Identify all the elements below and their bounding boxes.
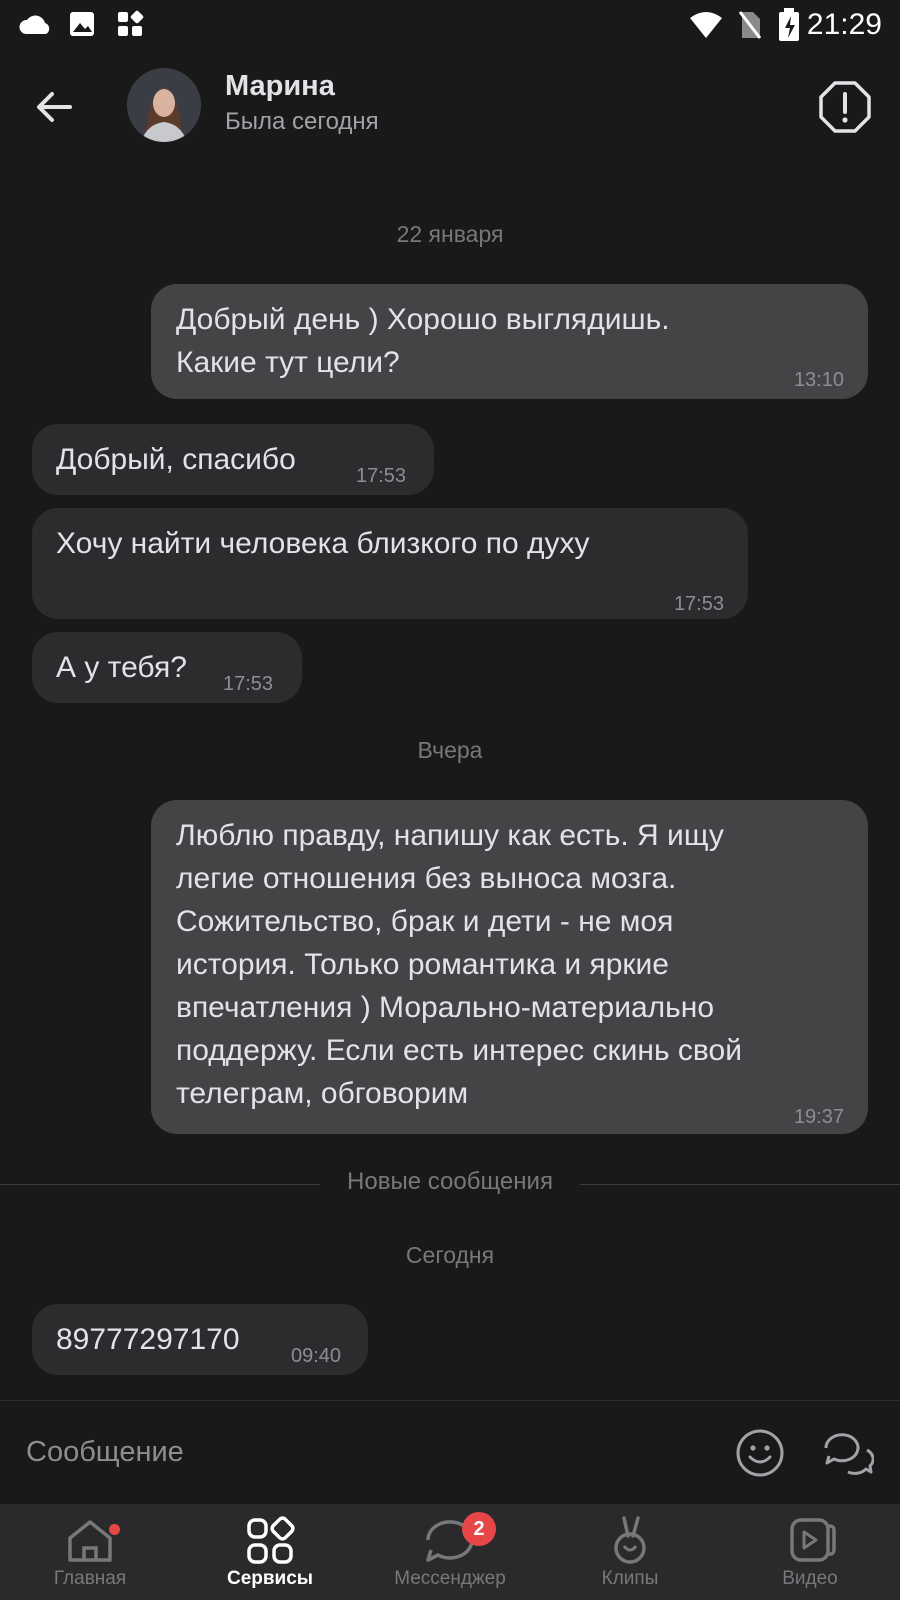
message-text-line: легие отношения без выноса мозга. [176, 862, 677, 895]
outgoing-message[interactable]: Люблю правду, напишу как есть. Я ищу лег… [151, 800, 868, 1134]
back-arrow-icon[interactable] [30, 82, 80, 132]
incoming-message[interactable]: А у тебя? 17:53 [32, 632, 302, 703]
nav-services-label: Сервисы [226, 1568, 314, 1589]
message-text-line: поддержу. Если есть интерес скинь свой [176, 1034, 742, 1067]
message-time: 17:53 [356, 465, 407, 487]
message-text-line: Добрый день ) Хорошо выглядишь. [176, 303, 670, 336]
apps-icon [118, 10, 144, 36]
incoming-message[interactable]: 89777297170 09:40 [32, 1304, 368, 1375]
outgoing-message[interactable]: Добрый день ) Хорошо выглядишь. Какие ту… [151, 284, 868, 399]
contact-name[interactable]: Марина [225, 70, 335, 103]
nav-services[interactable]: Сервисы [180, 1504, 360, 1600]
message-text: Хочу найти человека близкого по духу [56, 527, 590, 560]
incoming-message[interactable]: Добрый, спасибо 17:53 [32, 424, 434, 495]
video-icon [790, 1518, 836, 1562]
nav-clips[interactable]: Клипы [540, 1504, 720, 1600]
wifi-icon [690, 12, 722, 38]
nav-messenger[interactable]: 2 Мессенджер [360, 1504, 540, 1600]
message-input[interactable] [24, 1435, 678, 1470]
image-icon [70, 12, 94, 36]
message-text-line: Люблю правду, напишу как есть. Я ищу [176, 819, 724, 852]
emoji-icon[interactable] [735, 1428, 785, 1478]
cloud-icon [19, 15, 50, 35]
nav-messenger-label: Мессенджер [394, 1568, 506, 1589]
home-icon [68, 1520, 112, 1562]
chat-bubbles-icon[interactable] [822, 1428, 874, 1478]
message-text-line: Сожительство, брак и дети - не моя [176, 905, 674, 938]
nav-home[interactable]: Главная [0, 1504, 180, 1600]
services-grid-icon [247, 1516, 295, 1564]
message-text-line: впечатления ) Морально-материально [176, 991, 715, 1024]
message-text: А у тебя? [56, 651, 187, 684]
chat-header: Марина Была сегодня [0, 52, 900, 162]
incoming-message[interactable]: Хочу найти человека близкого по духу 17:… [32, 508, 748, 619]
notification-dot [109, 1524, 120, 1535]
new-messages-separator: Новые сообщения [0, 1168, 900, 1196]
message-time: 19:37 [793, 1106, 844, 1128]
contact-status: Была сегодня [225, 108, 379, 135]
bottom-navigation: Главная Сервисы 2 Мессенджер Клипы Видео [0, 1504, 900, 1600]
nav-video-label: Видео [782, 1568, 838, 1589]
nav-home-label: Главная [53, 1568, 127, 1589]
message-composer [0, 1400, 900, 1505]
message-time: 17:53 [223, 673, 274, 695]
date-separator: Вчера [417, 737, 483, 763]
no-sim-icon [738, 11, 762, 39]
message-text-line: телеграм, обговорим [176, 1077, 469, 1110]
date-separator: 22 января [396, 221, 504, 247]
battery-charging-icon [779, 8, 799, 41]
clock: 21:29 [806, 8, 882, 41]
clips-icon [614, 1516, 646, 1564]
unread-badge: 2 [462, 1512, 496, 1546]
message-time: 13:10 [793, 369, 844, 391]
message-time: 17:53 [673, 593, 724, 615]
message-text-line: Какие тут цели? [176, 346, 400, 379]
nav-video[interactable]: Видео [720, 1504, 900, 1600]
message-time: 09:40 [291, 1345, 342, 1367]
status-bar: 21:29 [0, 0, 900, 52]
date-separator: Сегодня [405, 1242, 495, 1268]
message-text: 89777297170 [56, 1323, 240, 1356]
new-messages-label: Новые сообщения [327, 1168, 573, 1195]
report-warning-icon[interactable] [818, 80, 872, 134]
avatar[interactable] [127, 68, 201, 142]
nav-clips-label: Клипы [601, 1568, 659, 1589]
message-text-line: история. Только романтика и яркие [176, 948, 669, 981]
message-text: Добрый, спасибо [56, 443, 296, 476]
